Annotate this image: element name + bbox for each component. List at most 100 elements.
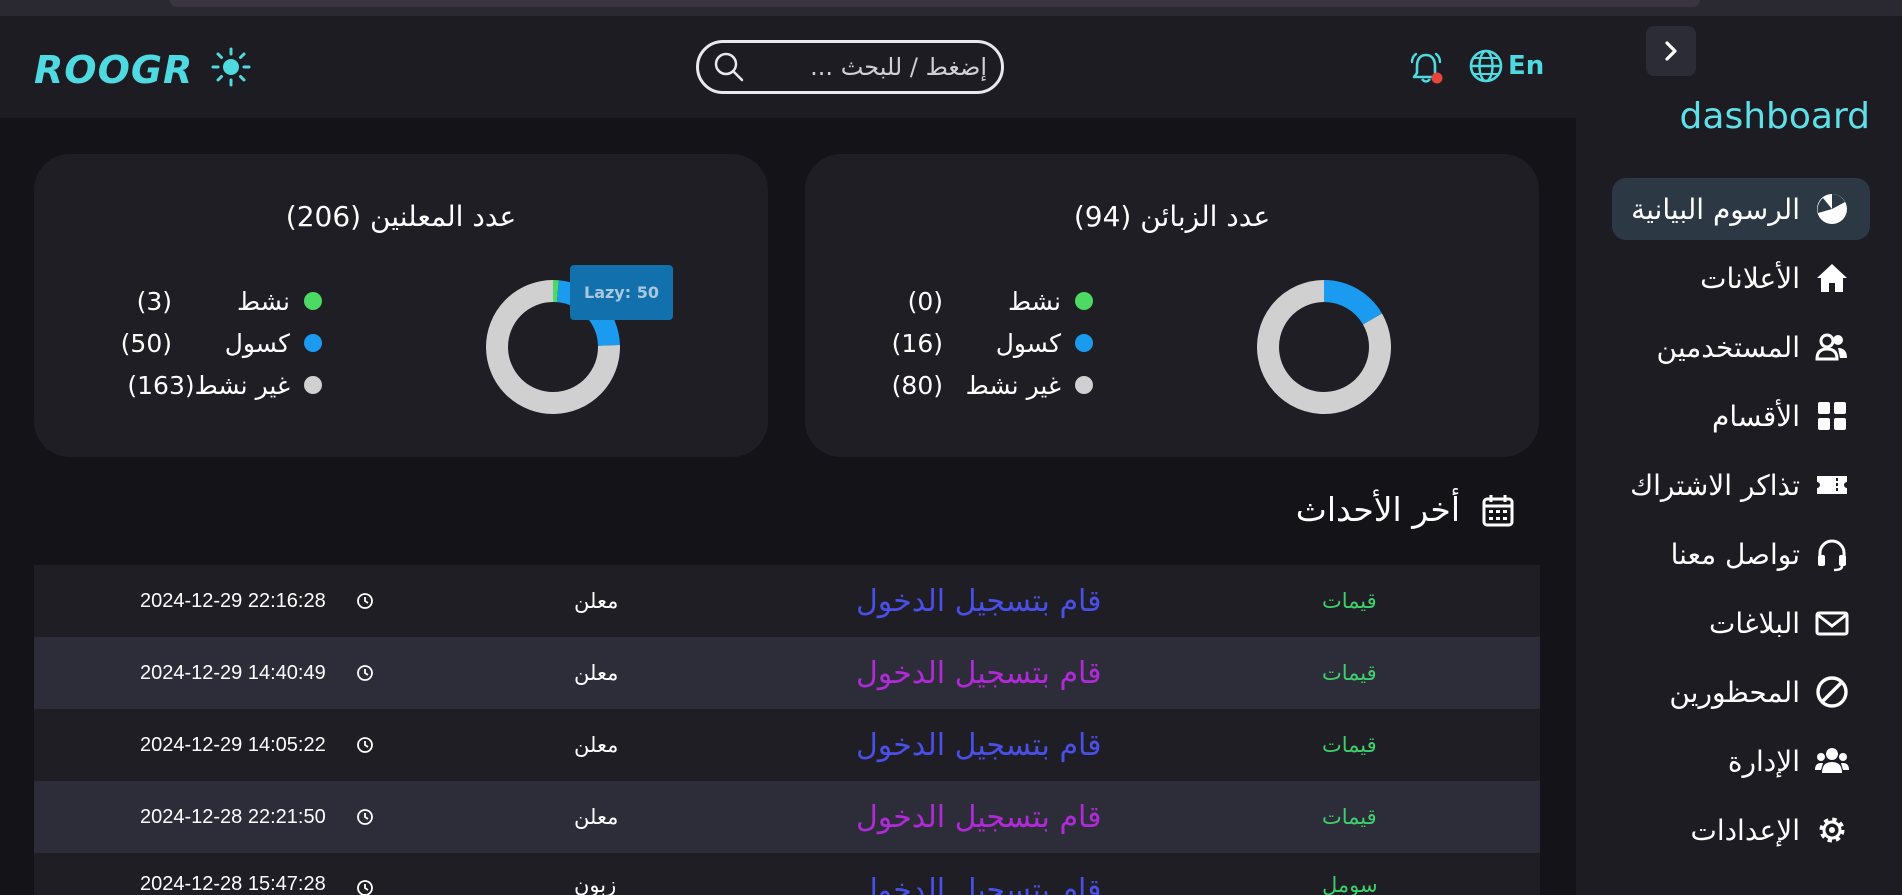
event-user[interactable]: قيمات <box>1322 733 1377 757</box>
ban-icon <box>1816 676 1848 708</box>
sidebar-item-label: الإدارة <box>1727 744 1800 778</box>
event-user[interactable]: قيمات <box>1322 805 1377 829</box>
clock-icon <box>357 809 373 825</box>
legend-value: (80) <box>891 370 943 400</box>
table-row[interactable]: 2024-12-28 15:47:28 زبون قام بتسجيل الدخ… <box>34 853 1540 895</box>
sidebar-item-subscriptions[interactable]: تذاكر الاشتراك <box>1612 454 1870 516</box>
sidebar-item-label: تذاكر الاشتراك <box>1630 468 1800 502</box>
clock-icon <box>357 737 373 753</box>
table-row[interactable]: 2024-12-29 14:05:22 معلن قام بتسجيل الدخ… <box>34 709 1540 781</box>
envelope-icon <box>1815 611 1849 636</box>
legend-label: كسول <box>995 328 1061 358</box>
pie-chart-icon <box>1817 194 1847 224</box>
event-time: 2024-12-28 15:47:28 <box>140 873 326 895</box>
sidebar-item-categories[interactable]: الأقسام <box>1612 385 1870 447</box>
language-switcher[interactable]: En <box>1468 48 1544 84</box>
browser-top-strip <box>0 0 1902 16</box>
legend-item-inactive: غير نشط (163) <box>121 364 322 406</box>
sidebar-item-label: المحظورين <box>1669 675 1800 709</box>
clock-icon <box>357 593 373 609</box>
customers-card: عدد الزبائن (94) نشط (0) كسول (16) غير ن… <box>805 154 1539 457</box>
chart-tooltip: Lazy: 50 <box>570 265 673 320</box>
legend-dot <box>1075 376 1093 394</box>
event-time: 2024-12-28 22:21:50 <box>140 805 326 828</box>
advertisers-card-title: عدد المعلنين (206) <box>285 200 517 233</box>
legend-dot <box>1075 334 1093 352</box>
ticket-icon <box>1817 476 1847 494</box>
clock-icon <box>357 665 373 681</box>
event-action: قام بتسجيل الدخول <box>856 873 1102 895</box>
table-row[interactable]: 2024-12-28 22:21:50 معلن قام بتسجيل الدخ… <box>34 781 1540 853</box>
events-table: 2024-12-29 22:16:28 معلن قام بتسجيل الدخ… <box>34 565 1540 895</box>
sidebar-item-ads[interactable]: الأعلانات <box>1612 247 1870 309</box>
legend-label: نشط <box>1008 286 1061 316</box>
sun-icon[interactable] <box>210 46 252 88</box>
event-user[interactable]: سومل <box>1322 873 1378 895</box>
sidebar-item-settings[interactable]: الإعدادات <box>1612 799 1870 861</box>
legend-value: (50) <box>120 328 172 358</box>
bell-icon[interactable] <box>1408 50 1444 86</box>
legend-item-active: نشط (3) <box>121 280 322 322</box>
event-action: قام بتسجيل الدخول <box>856 727 1102 763</box>
sidebar-item-admins[interactable]: الإدارة <box>1612 730 1870 792</box>
legend-value: (163) <box>127 370 195 400</box>
sidebar-item-label: المستخدمين <box>1656 330 1800 364</box>
event-action: قام بتسجيل الدخول <box>856 655 1102 691</box>
customers-legend: نشط (0) كسول (16) غير نشط (80) <box>892 280 1093 406</box>
sidebar-item-charts[interactable]: الرسوم البيانية <box>1612 178 1870 240</box>
event-role: معلن <box>574 733 619 757</box>
sidebar-collapse-button[interactable] <box>1646 26 1696 76</box>
legend-dot <box>304 334 322 352</box>
event-time: 2024-12-29 22:16:28 <box>140 589 326 612</box>
table-row[interactable]: 2024-12-29 14:40:49 معلن قام بتسجيل الدخ… <box>34 637 1540 709</box>
clock-icon <box>357 880 373 895</box>
events-heading: أخر الأحداث <box>1296 490 1516 529</box>
event-role: معلن <box>574 805 619 829</box>
sidebar-item-banned[interactable]: المحظورين <box>1612 661 1870 723</box>
event-user[interactable]: قيمات <box>1322 589 1377 613</box>
customers-card-title: عدد الزبائن (94) <box>1073 200 1271 233</box>
donut-slice-كسول[interactable] <box>1323 280 1383 325</box>
home-icon <box>1817 264 1847 292</box>
header: ROOGR En <box>0 16 1576 118</box>
event-action: قام بتسجيل الدخول <box>856 799 1102 835</box>
grid-icon <box>1818 402 1846 430</box>
legend-label: غير نشط <box>965 370 1061 400</box>
legend-item-lazy: كسول (16) <box>892 322 1093 364</box>
legend-value: (3) <box>136 286 172 316</box>
admins-icon <box>1815 748 1849 773</box>
search-icon <box>714 52 744 82</box>
sidebar-item-reports[interactable]: البلاغات <box>1612 592 1870 654</box>
event-user[interactable]: قيمات <box>1322 661 1377 685</box>
sidebar-item-label: الرسوم البيانية <box>1631 192 1800 226</box>
sidebar-item-users[interactable]: المستخدمين <box>1612 316 1870 378</box>
legend-dot <box>304 292 322 310</box>
customers-donut-chart[interactable] <box>1257 280 1391 414</box>
language-label: En <box>1508 51 1545 81</box>
events-title: أخر الأحداث <box>1295 490 1460 529</box>
search-box[interactable] <box>696 40 1004 94</box>
users-icon <box>1815 333 1847 361</box>
event-time: 2024-12-29 14:05:22 <box>140 733 326 756</box>
sidebar-nav: الرسوم البيانية الأعلانات المستخدمين الأ… <box>1612 178 1870 868</box>
sidebar-item-label: الأعلانات <box>1700 261 1800 295</box>
gear-icon <box>1819 817 1845 843</box>
event-role: زبون <box>574 873 617 895</box>
legend-label: نشط <box>237 286 290 316</box>
sidebar-item-contact[interactable]: تواصل معنا <box>1612 523 1870 585</box>
event-time: 2024-12-29 14:40:49 <box>140 661 326 684</box>
legend-dot <box>304 376 322 394</box>
legend-item-active: نشط (0) <box>892 280 1093 322</box>
legend-dot <box>1075 292 1093 310</box>
legend-item-inactive: غير نشط (80) <box>892 364 1093 406</box>
chevron-right-icon <box>1665 41 1677 61</box>
advertisers-card: عدد المعلنين (206) Lazy: 50 نشط (3) كسول… <box>34 154 768 457</box>
logo[interactable]: ROOGR <box>34 48 193 92</box>
headset-icon <box>1818 539 1846 572</box>
sidebar-item-label: الأقسام <box>1712 399 1800 433</box>
sidebar-item-label: البلاغات <box>1709 606 1800 640</box>
legend-label: كسول <box>224 328 290 358</box>
search-input[interactable] <box>757 53 987 81</box>
table-row[interactable]: 2024-12-29 22:16:28 معلن قام بتسجيل الدخ… <box>34 565 1540 637</box>
sidebar-item-label: تواصل معنا <box>1670 537 1800 571</box>
